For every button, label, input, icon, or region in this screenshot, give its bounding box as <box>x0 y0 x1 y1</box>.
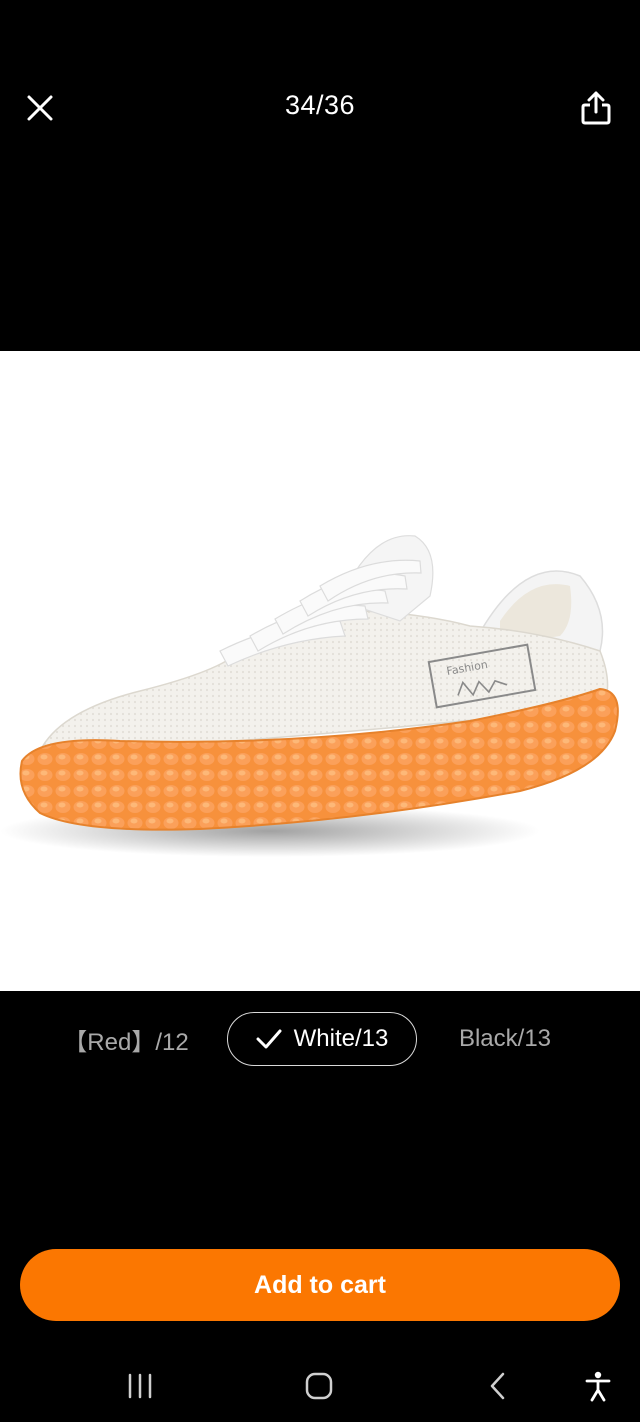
recents-button[interactable] <box>108 1350 172 1422</box>
product-gallery-screen: 34/36 Fashion 【Red】/12 White/13 Black/13… <box>0 0 640 1422</box>
product-image[interactable]: Fashion <box>0 351 640 991</box>
variant-option-black[interactable]: Black/13 <box>440 1012 570 1066</box>
system-navigation-bar <box>0 1350 640 1422</box>
accessibility-icon <box>585 1371 611 1402</box>
share-icon <box>581 91 611 125</box>
share-button[interactable] <box>574 86 618 130</box>
variant-label: White/13 <box>293 1025 389 1052</box>
sneaker-image: Fashion <box>0 535 619 857</box>
variant-option-white-selected[interactable]: White/13 <box>227 1012 417 1066</box>
check-icon <box>256 1029 282 1049</box>
home-icon <box>305 1372 333 1400</box>
add-to-cart-button[interactable]: Add to cart <box>20 1249 620 1321</box>
variant-option-red[interactable]: 【Red】/12 <box>56 1012 196 1066</box>
variant-label: 【Red】/12 <box>63 1028 189 1056</box>
home-button[interactable] <box>287 1350 351 1422</box>
accessibility-button[interactable] <box>566 1350 630 1422</box>
image-counter: 34/36 <box>284 90 356 120</box>
recents-icon <box>128 1373 152 1399</box>
back-icon <box>490 1372 505 1400</box>
variant-selector: 【Red】/12 White/13 Black/13 <box>0 1012 640 1066</box>
back-button[interactable] <box>466 1350 530 1422</box>
variant-label: Black/13 <box>458 1025 552 1052</box>
